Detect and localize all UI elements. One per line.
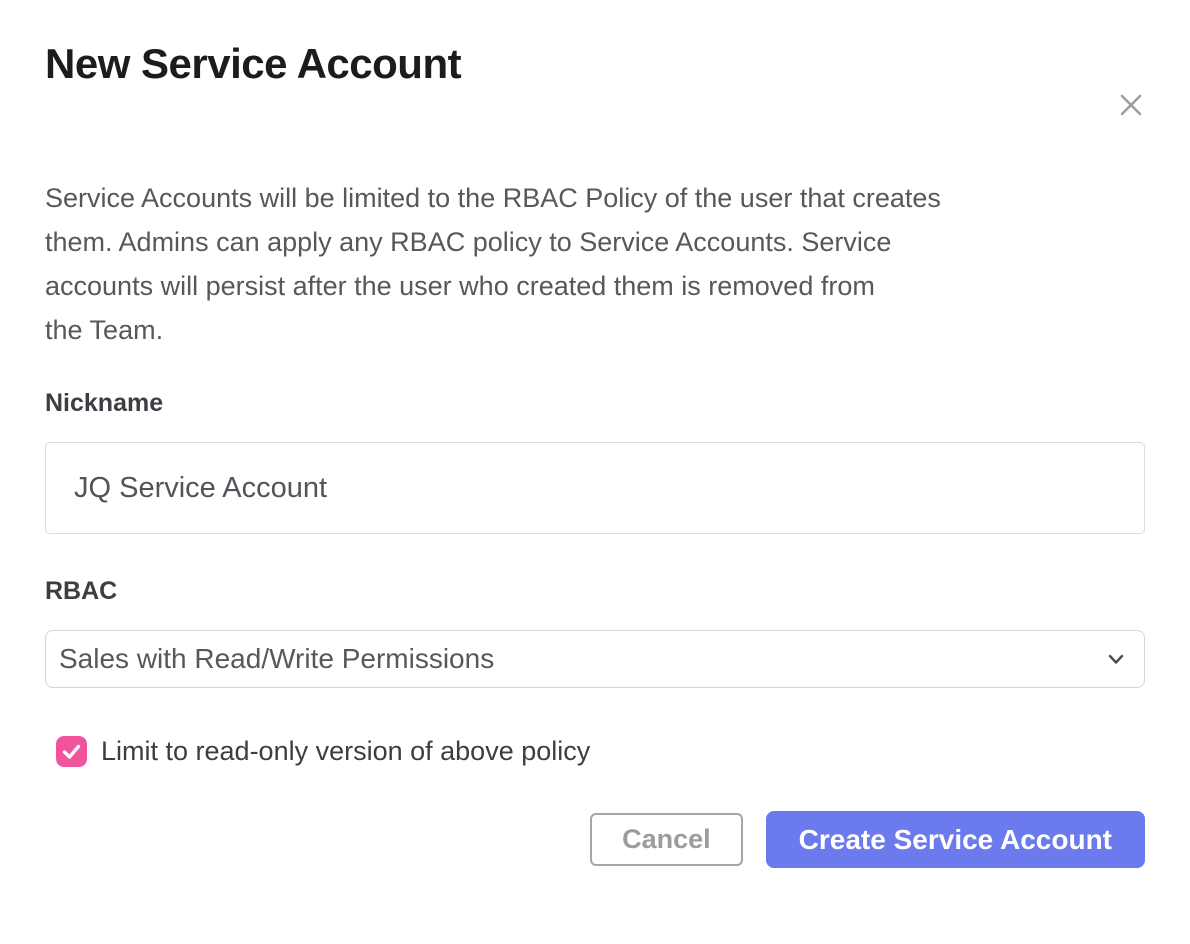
description-line: accounts will persist after the user who… (45, 264, 1145, 308)
cancel-button[interactable]: Cancel (590, 813, 743, 866)
limit-checkbox-row: Limit to read-only version of above poli… (45, 736, 1145, 767)
close-icon (1116, 90, 1146, 120)
description-line: the Team. (45, 308, 1145, 352)
rbac-select[interactable]: Sales with Read/Write Permissions (45, 630, 1145, 688)
description-line: them. Admins can apply any RBAC policy t… (45, 220, 1145, 264)
chevron-down-icon (1104, 647, 1128, 671)
limit-checkbox[interactable] (56, 736, 87, 767)
modal-description: Service Accounts will be limited to the … (45, 176, 1145, 352)
rbac-label: RBAC (45, 576, 1145, 606)
modal-title: New Service Account (45, 40, 1145, 88)
modal-footer: Cancel Create Service Account (45, 811, 1145, 868)
rbac-selected-value: Sales with Read/Write Permissions (59, 643, 494, 675)
description-line: Service Accounts will be limited to the … (45, 176, 1145, 220)
checkmark-icon (60, 740, 83, 763)
create-service-account-button[interactable]: Create Service Account (766, 811, 1145, 868)
close-button[interactable] (1114, 88, 1148, 122)
nickname-label: Nickname (45, 388, 1145, 418)
limit-checkbox-label[interactable]: Limit to read-only version of above poli… (101, 736, 590, 767)
nickname-input[interactable] (45, 442, 1145, 534)
new-service-account-modal: New Service Account Service Accounts wil… (0, 40, 1190, 944)
